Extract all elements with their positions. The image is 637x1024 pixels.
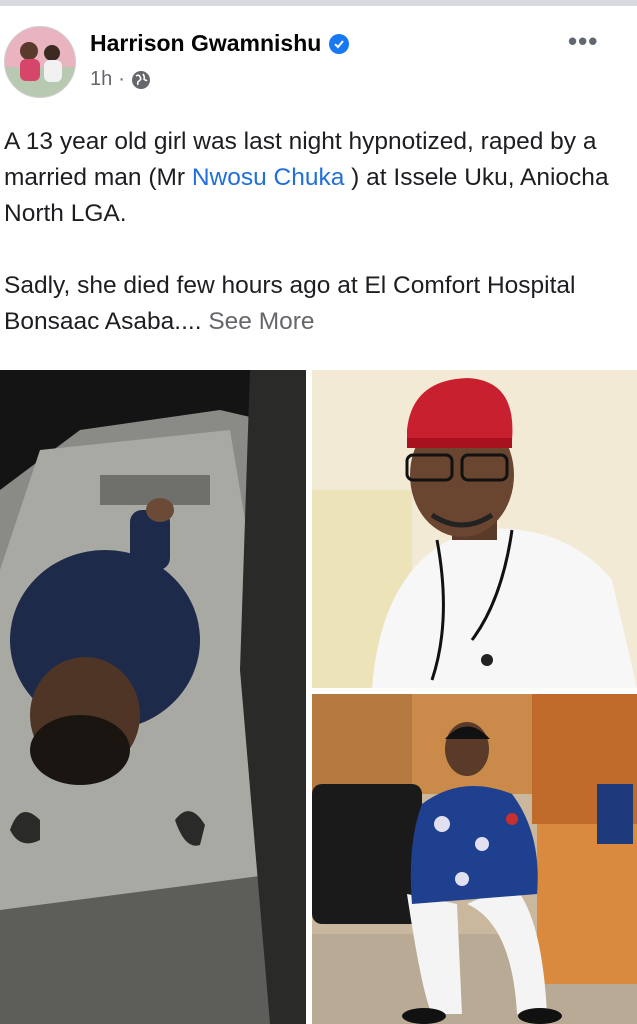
globe-icon: [131, 70, 150, 89]
post-meta: 1h ·: [90, 68, 151, 91]
author-avatar[interactable]: [4, 26, 76, 98]
photo-man-lying-floor: [0, 370, 306, 1024]
post-photo-2[interactable]: [312, 370, 637, 688]
photo-man-seated: [312, 694, 637, 1024]
post-body: A 13 year old girl was last night hypnot…: [4, 124, 632, 340]
post-paragraph-1: A 13 year old girl was last night hypnot…: [4, 124, 632, 232]
post-time[interactable]: 1h: [90, 68, 112, 91]
post-paragraph-2: Sadly, she died few hours ago at El Comf…: [4, 268, 632, 340]
avatar-image: [5, 27, 75, 97]
post-photo-1[interactable]: [0, 370, 306, 1024]
author-name-row: Harrison Gwamnishu: [90, 30, 350, 57]
verified-badge-icon: [329, 33, 350, 54]
meta-separator: ·: [118, 68, 125, 90]
post-photo-3[interactable]: [312, 694, 637, 1024]
photo-man-red-cap: [312, 370, 637, 688]
tagged-person-link[interactable]: Nwosu Chuka: [192, 164, 345, 191]
top-edge: [0, 0, 637, 6]
see-more-link[interactable]: See More: [208, 308, 314, 335]
more-options-icon[interactable]: •••: [568, 26, 598, 57]
author-name[interactable]: Harrison Gwamnishu: [90, 30, 321, 57]
